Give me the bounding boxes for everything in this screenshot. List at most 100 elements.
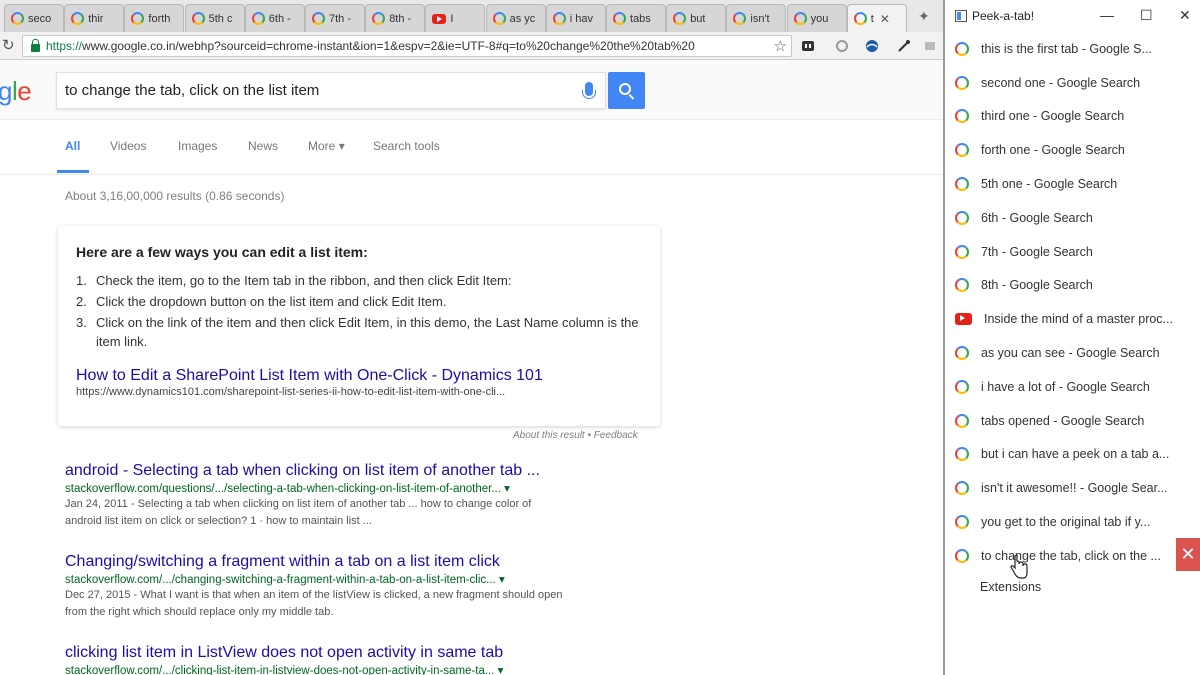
tab-list-item[interactable]: you get to the original tab if y...: [945, 505, 1200, 539]
tab-list: this is the first tab - Google S... secon…: [945, 32, 1200, 573]
browser-tab[interactable]: i hav: [545, 4, 606, 32]
tab-list-item[interactable]: 8th - Google Search: [945, 269, 1200, 303]
result-desc: android list item on click or selection?…: [65, 515, 372, 527]
dropdown-arrow-icon[interactable]: ▾: [504, 483, 510, 495]
bookmark-star-icon[interactable]: ☆: [774, 37, 787, 55]
google-favicon-icon: [955, 346, 969, 361]
browser-tab[interactable]: 6th -: [244, 4, 305, 32]
browser-tab[interactable]: 8th -: [365, 4, 426, 32]
dropdown-arrow-icon[interactable]: ▾: [499, 574, 505, 586]
tab-list-item[interactable]: to change the tab, click on the ...: [945, 539, 1200, 573]
search-button[interactable]: [608, 72, 645, 109]
list-item-text: Click the dropdown button on the list it…: [96, 294, 447, 309]
dropdown-arrow-icon[interactable]: ▾: [498, 665, 504, 675]
youtube-favicon-icon: [432, 13, 447, 24]
list-item: 2. Click the dropdown button on the list …: [76, 294, 447, 309]
reload-icon[interactable]: ↻: [2, 36, 15, 54]
tab-list-item-label: tabs opened - Google Search: [981, 413, 1145, 428]
dropdown-arrow-icon: ▾: [338, 139, 345, 153]
tab-list-item[interactable]: this is the first tab - Google S...: [945, 32, 1200, 66]
browser-tab[interactable]: 7th -: [305, 4, 365, 32]
google-favicon-icon: [955, 41, 969, 56]
browser-tab[interactable]: tabs: [606, 4, 666, 32]
tab-list-item-label: i have a lot of - Google Search: [981, 379, 1150, 394]
tab-videos[interactable]: Videos: [110, 139, 146, 153]
browser-tab[interactable]: seco: [4, 4, 64, 32]
tab-list-item[interactable]: 5th one - Google Search: [945, 167, 1200, 201]
tab-title: but: [690, 12, 706, 25]
close-tab-button[interactable]: ✕: [1176, 538, 1200, 571]
tab-list-item[interactable]: Inside the mind of a master proc...: [945, 302, 1200, 336]
logo-letter: e: [17, 76, 32, 106]
snippet-feedback[interactable]: About this result • Feedback: [513, 430, 638, 441]
tab-title: t: [870, 12, 874, 25]
google-logo[interactable]: gle: [0, 76, 32, 107]
browser-tab[interactable]: you: [786, 4, 847, 32]
search-result: android - Selecting a tab when clicking …: [65, 462, 645, 529]
tab-list-item-label: this is the first tab - Google S...: [981, 41, 1152, 56]
popup-title: Peek-a-tab!: [972, 9, 1035, 23]
extension-globe-icon[interactable]: [864, 38, 880, 54]
tab-news[interactable]: News: [248, 139, 278, 153]
search-nav-tabs: All Videos Images News More ▾ Search too…: [0, 120, 945, 175]
maximize-icon[interactable]: ☐: [1140, 7, 1153, 24]
result-desc: Jan 24, 2011 - Selecting a tab when clic…: [65, 498, 532, 510]
browser-tab[interactable]: t ✕: [846, 4, 907, 32]
search-input[interactable]: to change the tab, click on the list ite…: [56, 72, 606, 109]
tab-list-item[interactable]: i have a lot of - Google Search: [945, 370, 1200, 404]
tab-list-item[interactable]: 6th - Google Search: [945, 201, 1200, 235]
app-icon: [955, 10, 967, 22]
extension-circle-icon[interactable]: [834, 38, 850, 54]
browser-tab[interactable]: thir: [64, 4, 125, 32]
extension-puzzle-icon[interactable]: ✦: [918, 8, 930, 25]
eyedropper-icon[interactable]: [896, 38, 912, 54]
browser-tab[interactable]: 5th c: [184, 4, 245, 32]
browser-tab[interactable]: as yc: [485, 4, 546, 32]
search-icon: [619, 83, 631, 95]
result-title[interactable]: Changing/switching a fragment within a t…: [65, 553, 645, 571]
address-bar[interactable]: https:// www.google.co.in/webhp?sourceid…: [22, 35, 792, 57]
browser-tab[interactable]: forth: [124, 4, 185, 32]
result-url-text: stackoverflow.com/.../changing-switching…: [65, 574, 496, 586]
tab-list-item[interactable]: second one - Google Search: [945, 66, 1200, 100]
google-favicon-icon: [955, 379, 969, 394]
browser-tab[interactable]: but: [666, 4, 727, 32]
tab-title: isn't: [750, 12, 770, 25]
tab-list-item[interactable]: forth one - Google Search: [945, 133, 1200, 167]
extension-icon[interactable]: [800, 38, 816, 54]
snippet-link[interactable]: How to Edit a SharePoint List Item with …: [76, 367, 642, 385]
tab-close-icon[interactable]: ✕: [880, 12, 890, 26]
result-title[interactable]: clicking list item in ListView does not …: [65, 644, 645, 662]
peek-a-tab-popup: Peek-a-tab! — ☐ ✕ this is the first tab …: [943, 0, 1200, 675]
tab-all[interactable]: All: [65, 139, 80, 153]
tab-images[interactable]: Images: [178, 139, 217, 153]
result-title[interactable]: android - Selecting a tab when clicking …: [65, 462, 645, 480]
google-favicon-icon: [955, 515, 969, 530]
google-favicon-icon: [733, 12, 747, 25]
result-url-text: stackoverflow.com/.../clicking-list-item…: [65, 665, 495, 675]
microphone-icon[interactable]: [582, 82, 596, 99]
tab-list-item-label: 8th - Google Search: [981, 278, 1093, 293]
browser-tab[interactable]: isn't: [726, 4, 787, 32]
tab-title: 6th -: [268, 12, 291, 25]
browser-tab[interactable]: I: [425, 4, 486, 32]
tab-list-item[interactable]: as you can see - Google Search: [945, 336, 1200, 370]
tab-list-item[interactable]: third one - Google Search: [945, 100, 1200, 134]
result-url-text: stackoverflow.com/questions/.../selectin…: [65, 483, 501, 495]
browser-toolbar: ↻ https:// www.google.co.in/webhp?source…: [0, 32, 945, 60]
tab-title: as yc: [509, 12, 536, 25]
tab-list-item[interactable]: isn't it awesome!! - Google Sear...: [945, 471, 1200, 505]
tab-list-item[interactable]: 7th - Google Search: [945, 235, 1200, 269]
extensions-link[interactable]: Extensions: [980, 580, 1041, 594]
tab-list-item[interactable]: but i can have a peek on a tab a...: [945, 438, 1200, 472]
close-window-icon[interactable]: ✕: [1179, 7, 1191, 24]
snippet-title: Here are a few ways you can edit a list …: [76, 244, 368, 260]
result-url: stackoverflow.com/.../clicking-list-item…: [65, 663, 645, 675]
tab-list-item[interactable]: tabs opened - Google Search: [945, 404, 1200, 438]
list-item-text: Click on the link of the item and then c…: [96, 315, 639, 349]
tab-search-tools[interactable]: Search tools: [373, 139, 440, 153]
tab-more[interactable]: More ▾: [308, 139, 345, 153]
extension-box-icon[interactable]: [922, 38, 938, 54]
minimize-icon[interactable]: —: [1100, 7, 1114, 23]
logo-letter: g: [0, 76, 12, 106]
